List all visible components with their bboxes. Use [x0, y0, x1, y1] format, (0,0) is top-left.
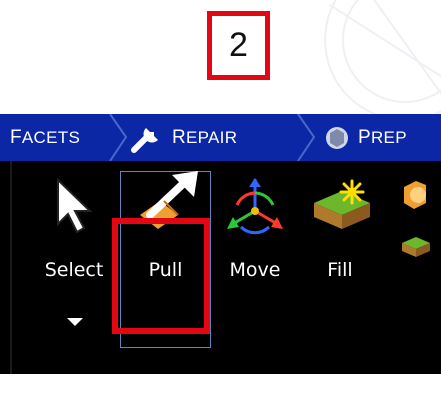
- round-tool-icon[interactable]: [396, 177, 441, 211]
- move-label: Move: [229, 259, 281, 281]
- combine-tool-icon[interactable]: [396, 229, 441, 259]
- tab-separator: [109, 114, 128, 161]
- ribbon: F ACETS R EPAIR P REP Select Pull Move F…: [0, 114, 441, 405]
- chevron-down-icon[interactable]: [65, 316, 85, 328]
- edit-group-label: EDIT: [200, 385, 241, 405]
- wrench-icon: [131, 127, 158, 153]
- select-tool-button[interactable]: Select: [30, 161, 118, 357]
- step-number: 2: [229, 26, 248, 64]
- step-number-badge: 2: [207, 11, 270, 80]
- tab-separator: [297, 114, 316, 161]
- tab-repair[interactable]: R EPAIR: [130, 114, 237, 161]
- select-label: Select: [44, 259, 104, 281]
- edit-group-panel: Select Pull Move Fill EDIT: [0, 161, 441, 405]
- fill-tool-button[interactable]: Fill: [300, 161, 380, 357]
- move-icon: [227, 178, 283, 235]
- panel-edge: [10, 161, 12, 374]
- pull-highlight-box: [112, 218, 210, 334]
- tab-facets[interactable]: F ACETS: [10, 114, 80, 161]
- ribbon-tab-bar: F ACETS R EPAIR P REP: [0, 114, 441, 161]
- tab-prepare[interactable]: P REP: [322, 114, 407, 161]
- move-tool-button[interactable]: Move: [215, 161, 295, 357]
- select-arrow-icon: [57, 177, 93, 234]
- fill-icon: [314, 179, 370, 229]
- fill-label: Fill: [327, 259, 353, 281]
- prepare-icon: [326, 126, 348, 149]
